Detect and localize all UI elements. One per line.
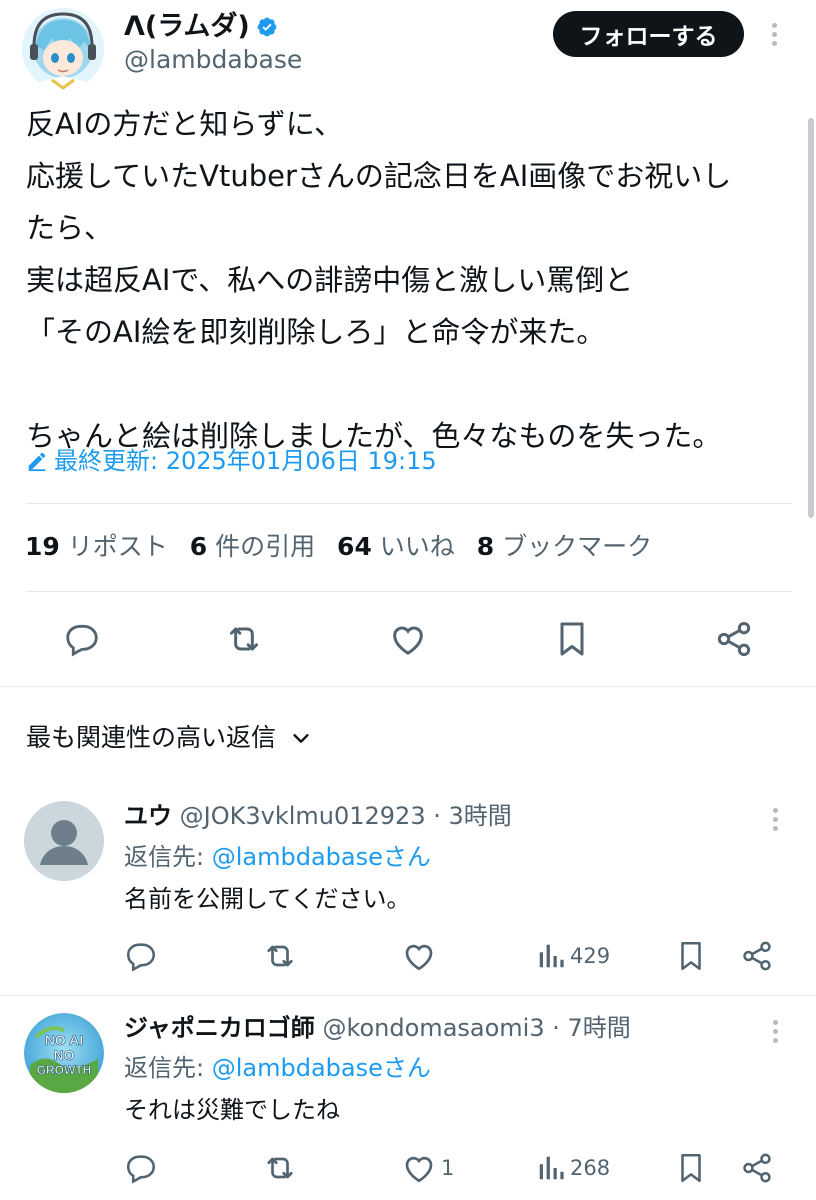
- author-handle[interactable]: @lambdabase: [124, 44, 302, 76]
- repost-icon: [230, 627, 258, 651]
- bookmark-icon: [560, 622, 584, 656]
- like-action[interactable]: [380, 612, 436, 666]
- reply-more-icon[interactable]: [766, 806, 784, 832]
- post-line: 反AIの方だと知らずに、: [26, 107, 343, 141]
- follow-button[interactable]: フォローする: [553, 11, 744, 57]
- reply-text: それは災難でしたね: [124, 1096, 340, 1124]
- reply-header: ユウ @JOK3vklmu012923 · 3時間: [124, 800, 512, 832]
- reply-icon: [126, 943, 156, 972]
- share-icon: [717, 622, 751, 656]
- reply-avatar-no-ai[interactable]: NO AI NO GROWTH: [24, 1013, 104, 1093]
- reply-time[interactable]: · 3時間: [433, 802, 512, 830]
- edited-label: 最終更新: 2025年01月06日 19:15: [54, 447, 437, 475]
- reply-icon: [66, 624, 98, 657]
- views-count: 429: [570, 944, 611, 968]
- bookmark-action[interactable]: [674, 1150, 708, 1186]
- share-action[interactable]: [740, 938, 774, 974]
- author-name-text[interactable]: Λ(ラムダ): [124, 11, 250, 42]
- post-line-blank: [26, 358, 796, 410]
- bookmark-icon: [681, 1153, 701, 1183]
- reply-to-prefix: 返信先:: [124, 1054, 212, 1082]
- stat-reposts[interactable]: 19 リポスト: [25, 532, 168, 561]
- divider: [26, 503, 792, 504]
- reply-avatar-default[interactable]: [24, 801, 104, 881]
- views-count: 268: [570, 1156, 611, 1180]
- reply-to-link[interactable]: @lambdabaseさん: [212, 843, 431, 871]
- repost-action[interactable]: [216, 612, 272, 666]
- repost-action[interactable]: [262, 938, 298, 974]
- bookmark-action[interactable]: [544, 612, 600, 666]
- like-count: 1: [441, 1156, 455, 1180]
- reply-more-icon[interactable]: [766, 1018, 784, 1044]
- edited-timestamp[interactable]: 最終更新: 2025年01月06日 19:15: [26, 444, 437, 478]
- views-action[interactable]: 429: [536, 938, 610, 974]
- like-action[interactable]: 1: [401, 1150, 454, 1186]
- reply-sort-label: 最も関連性の高い返信: [26, 723, 277, 752]
- bookmark-icon: [681, 941, 701, 971]
- heart-icon: [393, 626, 423, 655]
- avatar-badge-line-2: NO: [54, 1047, 75, 1063]
- repost-action[interactable]: [262, 1150, 298, 1186]
- views-chart-icon: [539, 1156, 564, 1180]
- verified-badge-icon: [257, 17, 277, 37]
- repost-icon: [267, 945, 293, 967]
- share-icon: [743, 941, 771, 971]
- post-stats: 19 リポスト 6 件の引用 64 いいね 8 ブックマーク: [25, 530, 666, 564]
- more-options-icon[interactable]: [764, 20, 784, 48]
- stat-likes[interactable]: 64 いいね: [337, 532, 455, 561]
- avatar-badge-line-3: GROWTH: [37, 1063, 92, 1077]
- author-name[interactable]: Λ(ラムダ): [124, 10, 278, 44]
- reply-time[interactable]: · 7時間: [552, 1014, 631, 1042]
- reply-author-name[interactable]: ユウ: [124, 802, 172, 830]
- reply-author-handle[interactable]: @kondomasaomi3: [322, 1014, 544, 1042]
- views-chart-icon: [539, 944, 564, 968]
- reply-to-link[interactable]: @lambdabaseさん: [212, 1054, 431, 1082]
- post-body: 反AIの方だと知らずに、 応援していたVtuberさんの記念日をAI画像でお祝い…: [26, 98, 796, 462]
- post-line: 「そのAI絵を即刻削除しろ」と命令が来た。: [26, 315, 606, 349]
- divider: [0, 686, 816, 687]
- heart-icon: [405, 1156, 433, 1183]
- reply-action[interactable]: [124, 1150, 158, 1186]
- bookmark-action[interactable]: [674, 938, 708, 974]
- edit-pencil-icon: [28, 452, 46, 472]
- stat-bookmarks[interactable]: 8 ブックマーク: [477, 532, 652, 561]
- reply-author-name[interactable]: ジャポニカロゴ師: [124, 1014, 315, 1042]
- reply-to-line: 返信先: @lambdabaseさん: [124, 841, 431, 873]
- reply-author-handle[interactable]: @JOK3vklmu012923: [180, 802, 426, 830]
- repost-icon: [267, 1157, 293, 1179]
- reply-action[interactable]: [124, 938, 158, 974]
- author-avatar[interactable]: [22, 8, 104, 90]
- reply-header: ジャポニカロゴ師 @kondomasaomi3 · 7時間: [124, 1012, 631, 1044]
- share-icon: [743, 1153, 771, 1183]
- reply-sort-dropdown[interactable]: 最も関連性の高い返信: [26, 720, 312, 756]
- reply-to-prefix: 返信先:: [124, 843, 212, 871]
- share-action[interactable]: [740, 1150, 774, 1186]
- post-line: 応援していたVtuberさんの記念日をAI画像でお祝いし: [26, 159, 732, 193]
- divider: [0, 995, 816, 996]
- avatar-badge-line-1: NO AI: [45, 1032, 83, 1048]
- chevron-down-icon: [293, 734, 309, 743]
- post-line: 実は超反AIで、私への誹謗中傷と激しい罵倒と: [26, 263, 634, 297]
- reply-to-line: 返信先: @lambdabaseさん: [124, 1052, 431, 1084]
- scrollbar[interactable]: [808, 118, 814, 518]
- share-action[interactable]: [706, 612, 762, 666]
- divider: [26, 591, 792, 592]
- views-action[interactable]: 268: [536, 1150, 610, 1186]
- like-action[interactable]: [401, 938, 441, 974]
- stat-quotes[interactable]: 6 件の引用: [190, 532, 315, 561]
- reply-action[interactable]: [54, 612, 110, 666]
- reply-icon: [126, 1155, 156, 1184]
- heart-icon: [405, 944, 433, 971]
- reply-text: 名前を公開してください。: [124, 885, 411, 913]
- post-line: たら、: [26, 211, 114, 245]
